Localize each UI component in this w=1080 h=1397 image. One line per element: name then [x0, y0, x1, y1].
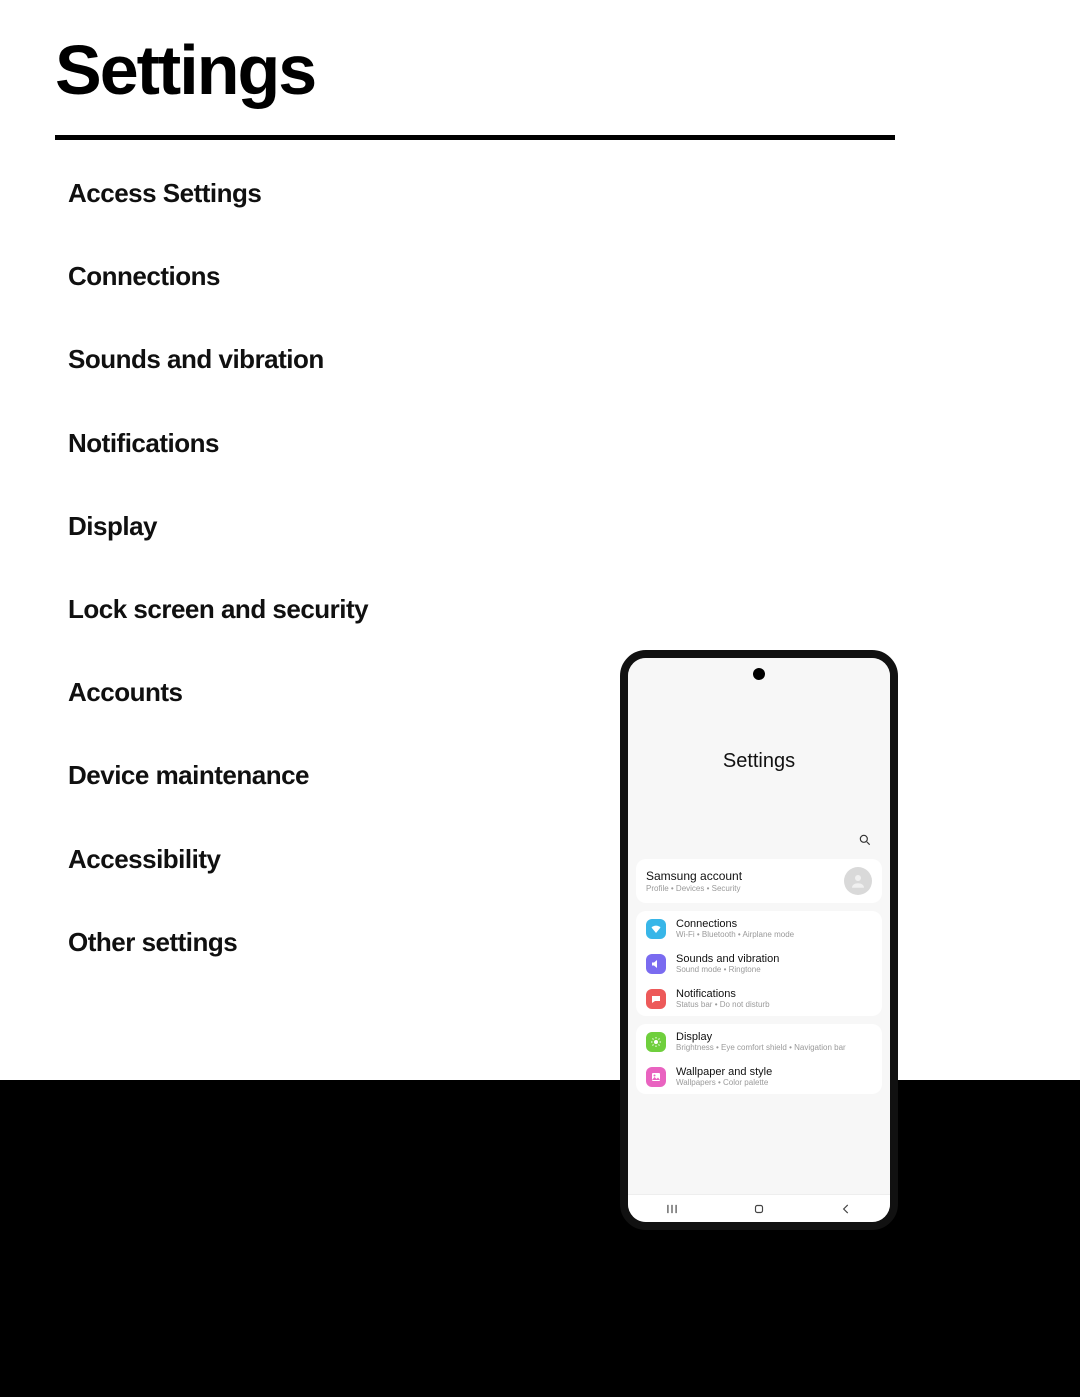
toc-link-device-maintenance[interactable]: Device maintenance: [68, 760, 568, 791]
settings-group-2: Display Brightness • Eye comfort shield …: [636, 1024, 882, 1094]
item-title: Connections: [676, 918, 794, 930]
item-subtitle: Brightness • Eye comfort shield • Naviga…: [676, 1043, 846, 1052]
display-icon: [646, 1032, 666, 1052]
item-title: Display: [676, 1031, 846, 1043]
back-icon[interactable]: [839, 1202, 853, 1216]
toc-link-accounts[interactable]: Accounts: [68, 677, 568, 708]
toc-link-access-settings[interactable]: Access Settings: [68, 178, 568, 209]
item-title: Sounds and vibration: [676, 953, 779, 965]
account-subtitle: Profile • Devices • Security: [646, 884, 742, 893]
screen-title: Settings: [723, 750, 795, 773]
page-footer-area: [0, 1080, 1080, 1397]
screen-header-area: Settings: [628, 658, 890, 833]
recents-icon[interactable]: [665, 1202, 679, 1216]
toc-link-other-settings[interactable]: Other settings: [68, 927, 568, 958]
toc-link-display[interactable]: Display: [68, 511, 568, 542]
item-subtitle: Status bar • Do not disturb: [676, 1000, 770, 1009]
item-subtitle: Wi-Fi • Bluetooth • Airplane mode: [676, 930, 794, 939]
page-title: Settings: [55, 30, 315, 110]
toc-link-sounds-vibration[interactable]: Sounds and vibration: [68, 344, 568, 375]
list-item-connections[interactable]: Connections Wi-Fi • Bluetooth • Airplane…: [636, 911, 882, 946]
list-item-sounds-vibration[interactable]: Sounds and vibration Sound mode • Ringto…: [636, 946, 882, 981]
avatar-icon: [844, 867, 872, 895]
item-title: Notifications: [676, 988, 770, 1000]
item-title: Wallpaper and style: [676, 1066, 772, 1078]
search-row: [628, 833, 890, 859]
phone-mockup: Settings Samsung account Profile • Devic…: [620, 650, 898, 1230]
settings-group-1: Connections Wi-Fi • Bluetooth • Airplane…: [636, 911, 882, 1016]
toc-link-accessibility[interactable]: Accessibility: [68, 844, 568, 875]
table-of-contents: Access Settings Connections Sounds and v…: [68, 178, 568, 1010]
home-icon[interactable]: [752, 1202, 766, 1216]
sound-icon: [646, 954, 666, 974]
title-divider: [55, 135, 895, 140]
account-title: Samsung account: [646, 869, 742, 883]
front-camera: [753, 668, 765, 680]
notification-icon: [646, 989, 666, 1009]
list-item-notifications[interactable]: Notifications Status bar • Do not distur…: [636, 981, 882, 1016]
wifi-icon: [646, 919, 666, 939]
item-subtitle: Wallpapers • Color palette: [676, 1078, 772, 1087]
search-icon[interactable]: [858, 833, 876, 851]
samsung-account-card[interactable]: Samsung account Profile • Devices • Secu…: [636, 859, 882, 903]
list-item-wallpaper-style[interactable]: Wallpaper and style Wallpapers • Color p…: [636, 1059, 882, 1094]
toc-link-connections[interactable]: Connections: [68, 261, 568, 292]
item-subtitle: Sound mode • Ringtone: [676, 965, 779, 974]
phone-screen: Settings Samsung account Profile • Devic…: [628, 658, 890, 1222]
toc-link-lock-screen-security[interactable]: Lock screen and security: [68, 594, 568, 625]
nav-bar: [628, 1194, 890, 1222]
toc-link-notifications[interactable]: Notifications: [68, 428, 568, 459]
list-item-display[interactable]: Display Brightness • Eye comfort shield …: [636, 1024, 882, 1059]
wallpaper-icon: [646, 1067, 666, 1087]
